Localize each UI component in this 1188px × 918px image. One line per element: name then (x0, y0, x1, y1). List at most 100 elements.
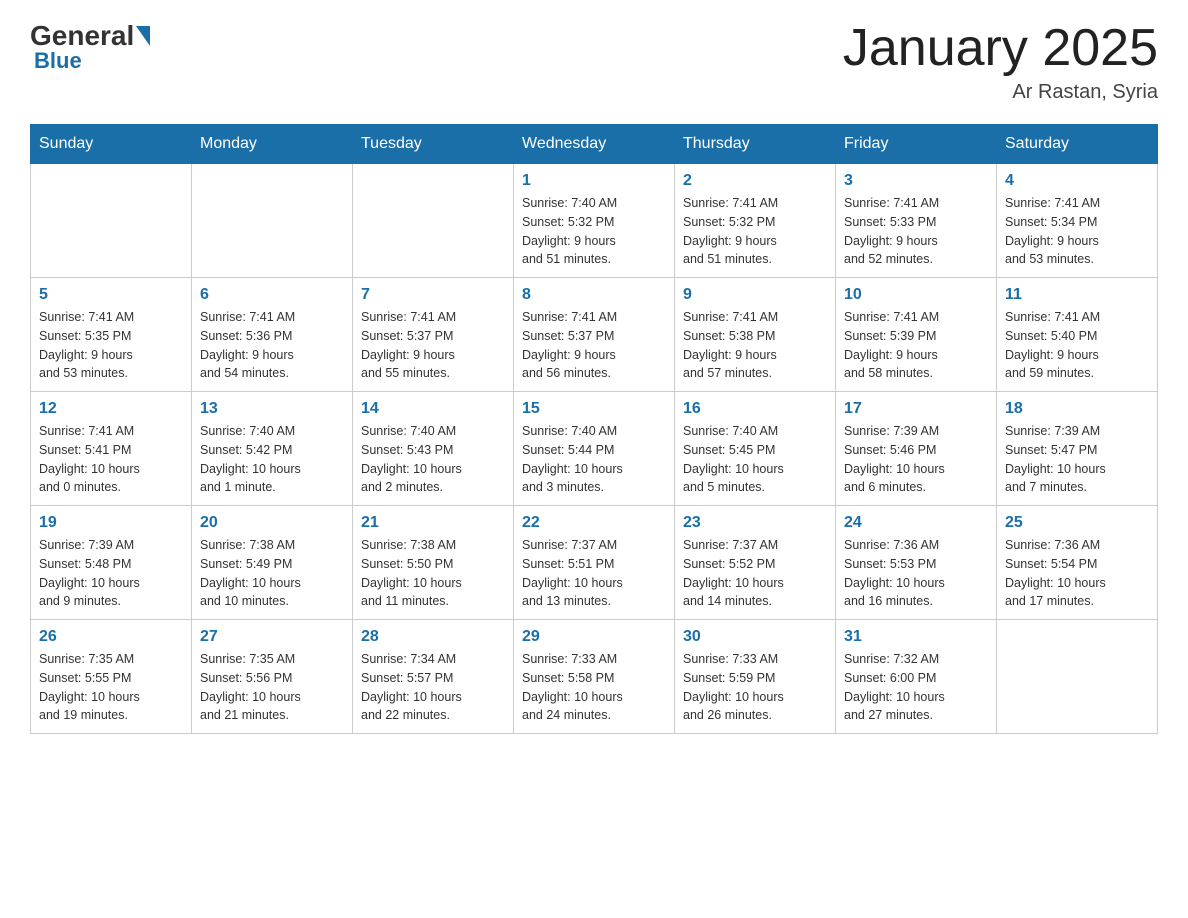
day-info: Sunrise: 7:41 AMSunset: 5:39 PMDaylight:… (844, 308, 988, 383)
calendar-cell: 18 Sunrise: 7:39 AMSunset: 5:47 PMDayligh… (997, 392, 1158, 506)
calendar-cell: 16Sunrise: 7:40 AMSunset: 5:45 PMDayligh… (675, 392, 836, 506)
calendar-cell: 17Sunrise: 7:39 AMSunset: 5:46 PMDayligh… (836, 392, 997, 506)
calendar-cell: 15 Sunrise: 7:40 AMSunset: 5:44 PMDayligh… (514, 392, 675, 506)
day-number: 11 (1005, 286, 1149, 304)
day-info: Sunrise: 7:40 AMSunset: 5:42 PMDaylight:… (200, 422, 344, 497)
calendar-weekday-saturday: Saturday (997, 125, 1158, 164)
logo: General Blue (30, 20, 152, 74)
calendar-cell: 29 Sunrise: 7:33 AMSunset: 5:58 PMDayligh… (514, 620, 675, 734)
calendar-cell: 7 Sunrise: 7:41 AMSunset: 5:37 PMDaylight… (353, 278, 514, 392)
day-number: 2 (683, 172, 827, 190)
day-number: 9 (683, 286, 827, 304)
day-info: Sunrise: 7:39 AMSunset: 5:47 PMDaylight:… (1005, 422, 1149, 497)
calendar-cell: 26 Sunrise: 7:35 AMSunset: 5:55 PMDayligh… (31, 620, 192, 734)
calendar-cell: 2 Sunrise: 7:41 AMSunset: 5:32 PMDaylight… (675, 164, 836, 278)
day-number: 28 (361, 628, 505, 646)
day-number: 10 (844, 286, 988, 304)
calendar-table: SundayMondayTuesdayWednesdayThursdayFrid… (30, 124, 1158, 734)
day-number: 24 (844, 514, 988, 532)
location: Ar Rastan, Syria (843, 81, 1158, 104)
day-info: Sunrise: 7:39 AMSunset: 5:48 PMDaylight:… (39, 536, 183, 611)
day-info: Sunrise: 7:36 AMSunset: 5:53 PMDaylight:… (844, 536, 988, 611)
day-info: Sunrise: 7:41 AMSunset: 5:38 PMDaylight:… (683, 308, 827, 383)
day-number: 15 (522, 400, 666, 418)
day-info: Sunrise: 7:41 AMSunset: 5:33 PMDaylight:… (844, 194, 988, 269)
day-info: Sunrise: 7:40 AMSunset: 5:32 PMDaylight:… (522, 194, 666, 269)
logo-triangle-icon (136, 26, 150, 46)
day-number: 16 (683, 400, 827, 418)
day-number: 21 (361, 514, 505, 532)
calendar-cell: 12 Sunrise: 7:41 AMSunset: 5:41 PMDayligh… (31, 392, 192, 506)
day-number: 30 (683, 628, 827, 646)
day-number: 19 (39, 514, 183, 532)
day-info: Sunrise: 7:41 AMSunset: 5:40 PMDaylight:… (1005, 308, 1149, 383)
day-number: 4 (1005, 172, 1149, 190)
logo-blue-text: Blue (34, 48, 82, 74)
day-number: 25 (1005, 514, 1149, 532)
day-info: Sunrise: 7:37 AMSunset: 5:52 PMDaylight:… (683, 536, 827, 611)
calendar-cell: 19 Sunrise: 7:39 AMSunset: 5:48 PMDayligh… (31, 506, 192, 620)
day-info: Sunrise: 7:33 AMSunset: 5:59 PMDaylight:… (683, 650, 827, 725)
day-number: 12 (39, 400, 183, 418)
title-block: January 2025 Ar Rastan, Syria (843, 20, 1158, 104)
day-number: 8 (522, 286, 666, 304)
day-number: 13 (200, 400, 344, 418)
calendar-cell: 8 Sunrise: 7:41 AMSunset: 5:37 PMDaylight… (514, 278, 675, 392)
day-info: Sunrise: 7:41 AMSunset: 5:34 PMDaylight:… (1005, 194, 1149, 269)
day-number: 18 (1005, 400, 1149, 418)
day-number: 1 (522, 172, 666, 190)
calendar-cell: 24 Sunrise: 7:36 AMSunset: 5:53 PMDayligh… (836, 506, 997, 620)
calendar-cell: 14Sunrise: 7:40 AMSunset: 5:43 PMDayligh… (353, 392, 514, 506)
calendar-weekday-friday: Friday (836, 125, 997, 164)
day-number: 17 (844, 400, 988, 418)
calendar-cell: 30 Sunrise: 7:33 AMSunset: 5:59 PMDayligh… (675, 620, 836, 734)
calendar-weekday-sunday: Sunday (31, 125, 192, 164)
calendar-weekday-wednesday: Wednesday (514, 125, 675, 164)
day-info: Sunrise: 7:35 AMSunset: 5:55 PMDaylight:… (39, 650, 183, 725)
calendar-week-row-3: 12 Sunrise: 7:41 AMSunset: 5:41 PMDayligh… (31, 392, 1158, 506)
calendar-cell: 25Sunrise: 7:36 AMSunset: 5:54 PMDayligh… (997, 506, 1158, 620)
calendar-cell: 20Sunrise: 7:38 AMSunset: 5:49 PMDayligh… (192, 506, 353, 620)
day-info: Sunrise: 7:41 AMSunset: 5:41 PMDaylight:… (39, 422, 183, 497)
calendar-cell (353, 164, 514, 278)
day-info: Sunrise: 7:38 AMSunset: 5:50 PMDaylight:… (361, 536, 505, 611)
day-info: Sunrise: 7:32 AMSunset: 6:00 PMDaylight:… (844, 650, 988, 725)
day-number: 7 (361, 286, 505, 304)
calendar-week-row-5: 26 Sunrise: 7:35 AMSunset: 5:55 PMDayligh… (31, 620, 1158, 734)
day-info: Sunrise: 7:35 AMSunset: 5:56 PMDaylight:… (200, 650, 344, 725)
calendar-cell: 10 Sunrise: 7:41 AMSunset: 5:39 PMDayligh… (836, 278, 997, 392)
calendar-cell (192, 164, 353, 278)
day-info: Sunrise: 7:33 AMSunset: 5:58 PMDaylight:… (522, 650, 666, 725)
day-info: Sunrise: 7:41 AMSunset: 5:37 PMDaylight:… (522, 308, 666, 383)
calendar-cell: 3 Sunrise: 7:41 AMSunset: 5:33 PMDaylight… (836, 164, 997, 278)
month-title: January 2025 (843, 20, 1158, 77)
page-header: General Blue January 2025 Ar Rastan, Syr… (30, 20, 1158, 104)
day-number: 23 (683, 514, 827, 532)
day-info: Sunrise: 7:41 AMSunset: 5:37 PMDaylight:… (361, 308, 505, 383)
calendar-cell: 28 Sunrise: 7:34 AMSunset: 5:57 PMDayligh… (353, 620, 514, 734)
calendar-weekday-tuesday: Tuesday (353, 125, 514, 164)
day-number: 22 (522, 514, 666, 532)
day-info: Sunrise: 7:40 AMSunset: 5:44 PMDaylight:… (522, 422, 666, 497)
calendar-week-row-2: 5 Sunrise: 7:41 AMSunset: 5:35 PMDaylight… (31, 278, 1158, 392)
calendar-cell: 23 Sunrise: 7:37 AMSunset: 5:52 PMDayligh… (675, 506, 836, 620)
calendar-weekday-monday: Monday (192, 125, 353, 164)
calendar-week-row-4: 19 Sunrise: 7:39 AMSunset: 5:48 PMDayligh… (31, 506, 1158, 620)
day-number: 26 (39, 628, 183, 646)
calendar-cell (31, 164, 192, 278)
day-info: Sunrise: 7:34 AMSunset: 5:57 PMDaylight:… (361, 650, 505, 725)
day-info: Sunrise: 7:41 AMSunset: 5:35 PMDaylight:… (39, 308, 183, 383)
calendar-header-row: SundayMondayTuesdayWednesdayThursdayFrid… (31, 125, 1158, 164)
calendar-weekday-thursday: Thursday (675, 125, 836, 164)
day-number: 5 (39, 286, 183, 304)
calendar-cell: 31 Sunrise: 7:32 AMSunset: 6:00 PMDayligh… (836, 620, 997, 734)
calendar-cell: 5 Sunrise: 7:41 AMSunset: 5:35 PMDaylight… (31, 278, 192, 392)
calendar-cell: 13 Sunrise: 7:40 AMSunset: 5:42 PMDayligh… (192, 392, 353, 506)
calendar-cell (997, 620, 1158, 734)
day-number: 29 (522, 628, 666, 646)
day-number: 31 (844, 628, 988, 646)
calendar-cell: 4 Sunrise: 7:41 AMSunset: 5:34 PMDaylight… (997, 164, 1158, 278)
day-info: Sunrise: 7:41 AMSunset: 5:32 PMDaylight:… (683, 194, 827, 269)
day-number: 3 (844, 172, 988, 190)
day-number: 20 (200, 514, 344, 532)
